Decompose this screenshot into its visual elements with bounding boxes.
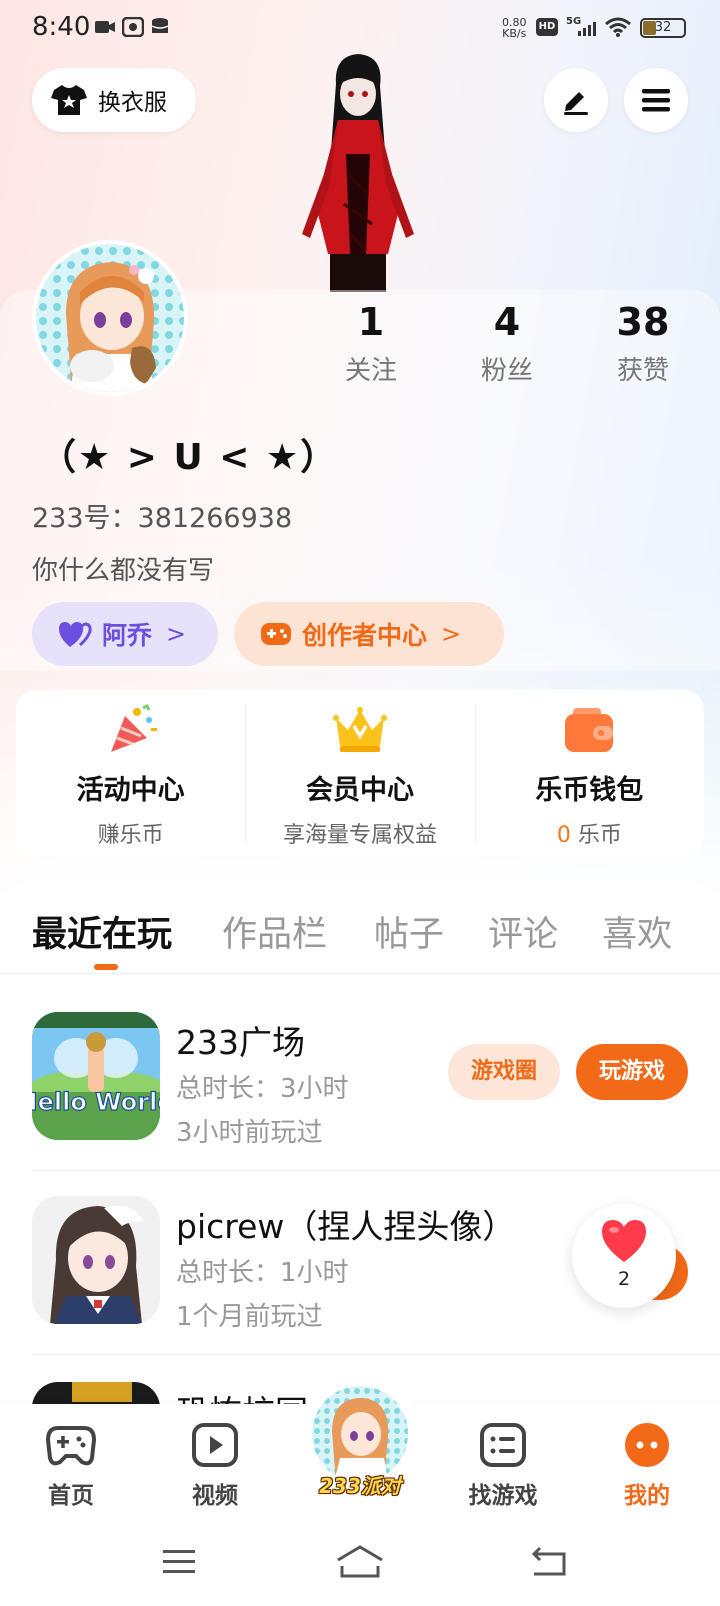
nav-party-label: 233派对 xyxy=(319,1474,401,1498)
coin-count: 0 xyxy=(556,823,571,848)
nav-mine-label: 我的 xyxy=(624,1483,670,1509)
game-icon-text: Hello World xyxy=(32,1088,160,1116)
list-icon xyxy=(480,1423,526,1467)
crown-icon xyxy=(332,707,387,752)
member-center[interactable]: 会员中心 享海量专属权益 xyxy=(245,690,474,856)
recent-apps-icon[interactable] xyxy=(162,1548,196,1576)
net-speed: 0.80 KB/s xyxy=(502,16,527,40)
home-icon[interactable] xyxy=(336,1544,384,1578)
hd-badge: HD xyxy=(536,18,558,36)
stat-likes[interactable]: 38 获赞 xyxy=(588,300,698,387)
activity-center-title: 活动中心 xyxy=(76,775,185,806)
game-name: 233广场 xyxy=(176,1023,305,1062)
wifi-icon xyxy=(605,17,631,37)
gamepad-nav-icon xyxy=(45,1426,97,1466)
heart-count: 2 xyxy=(617,1268,631,1290)
profile-tabs: 最近在玩 作品栏 帖子 评论 喜欢 xyxy=(0,884,720,974)
play-game-button[interactable]: 玩游戏 xyxy=(576,1044,688,1100)
creator-center-label: 创作者中心 xyxy=(302,621,428,650)
following-label: 关注 xyxy=(344,356,397,386)
video-recorder-icon xyxy=(95,21,115,33)
activity-center-subtitle: 赚乐币 xyxy=(97,823,164,848)
bio[interactable]: 你什么都没有写 xyxy=(32,550,214,587)
avatar-character-figure[interactable] xyxy=(288,54,428,292)
tab-likes[interactable]: 喜欢 xyxy=(602,906,672,957)
row-divider xyxy=(32,1170,720,1171)
edit-pen-icon xyxy=(564,92,588,115)
likes-count: 38 xyxy=(616,300,670,344)
game-name: picrew（捏人捏头像） xyxy=(176,1207,516,1246)
coin-wallet-subtitle: 0 乐币 xyxy=(556,823,622,848)
status-bar: 8:40 0.80 KB/s HD 5G 32 xyxy=(0,0,720,56)
likes-label: 获赞 xyxy=(616,356,669,386)
user-id[interactable]: 233号：381266938 xyxy=(32,496,292,535)
member-center-subtitle: 享海量专属权益 xyxy=(282,823,437,848)
tshirt-icon xyxy=(51,85,87,115)
wallet-icon xyxy=(565,708,614,752)
party-popper-icon xyxy=(110,703,157,752)
activity-center[interactable]: 活动中心 赚乐币 xyxy=(16,690,245,856)
tab-comments[interactable]: 评论 xyxy=(488,906,558,957)
game-total-time: 总时长：1小时 xyxy=(176,1258,349,1288)
video-play-icon xyxy=(192,1423,238,1467)
nav-find-games[interactable]: 找游戏 xyxy=(448,1422,558,1510)
game-row[interactable]: Hello World 233广场 总时长：3小时 3小时前玩过 游戏圈 玩游戏 xyxy=(0,1012,720,1192)
menu-button[interactable] xyxy=(624,68,688,132)
heart-icon xyxy=(602,1220,646,1262)
nav-party-button[interactable] xyxy=(312,1386,408,1482)
stat-followers[interactable]: 4 粉丝 xyxy=(452,300,562,387)
tab-recently-played[interactable]: 最近在玩 xyxy=(32,906,172,957)
system-navigation-bar xyxy=(0,1522,720,1606)
game-last-played: 3小时前玩过 xyxy=(176,1118,323,1148)
following-count: 1 xyxy=(357,300,385,344)
cell-signal-icon: 5G xyxy=(566,16,596,36)
app-notify-icon xyxy=(122,17,144,37)
avatar-image xyxy=(36,244,184,392)
double-heart-icon xyxy=(59,622,92,647)
active-tab-indicator xyxy=(94,964,118,970)
stat-following[interactable]: 1 关注 xyxy=(316,300,426,387)
gamepad-icon xyxy=(261,623,291,645)
coin-wallet-title: 乐币钱包 xyxy=(535,775,644,806)
user-avatar[interactable] xyxy=(32,240,188,396)
storage-icon xyxy=(151,18,169,33)
game-icon-233: Hello World xyxy=(32,1012,160,1140)
game-total-time: 总时长：3小时 xyxy=(176,1074,349,1104)
game-last-played: 1个月前玩过 xyxy=(176,1302,323,1332)
battery-icon: 32 xyxy=(640,18,686,38)
game-circle-button[interactable]: 游戏圈 xyxy=(448,1044,560,1100)
friend-tag-label: 阿乔 xyxy=(102,621,153,650)
profile-face-icon xyxy=(625,1423,669,1467)
tab-works[interactable]: 作品栏 xyxy=(222,906,327,957)
services-card: 活动中心 赚乐币 会员中心 享海量专属权益 乐币钱包 0 乐币 xyxy=(16,690,704,856)
coin-wallet[interactable]: 乐币钱包 0 乐币 xyxy=(474,690,704,856)
row-divider xyxy=(32,1354,720,1355)
change-outfit-button[interactable]: 换衣服 xyxy=(32,68,196,132)
game-icon-picrew xyxy=(32,1196,160,1324)
nav-video-label: 视频 xyxy=(192,1483,238,1509)
status-time: 8:40 xyxy=(32,12,91,42)
nav-find-games-label: 找游戏 xyxy=(468,1483,538,1509)
nav-home[interactable]: 首页 xyxy=(16,1422,126,1510)
chevron-right-icon: > xyxy=(441,620,462,648)
nav-mine[interactable]: 我的 xyxy=(592,1422,702,1510)
creator-center-button[interactable]: 创作者中心 > xyxy=(234,602,504,666)
nav-home-label: 首页 xyxy=(48,1483,94,1509)
floating-heart-button[interactable]: 2 xyxy=(572,1204,676,1308)
change-outfit-label: 换衣服 xyxy=(98,90,167,116)
followers-count: 4 xyxy=(493,300,521,344)
svg-text:5G: 5G xyxy=(566,16,581,27)
party-avatar-image xyxy=(312,1386,408,1482)
edit-profile-button[interactable] xyxy=(544,68,608,132)
followers-label: 粉丝 xyxy=(480,356,533,386)
hamburger-menu-icon xyxy=(642,89,670,112)
back-icon[interactable] xyxy=(530,1546,568,1578)
nickname: （★ > U < ★） xyxy=(40,437,339,478)
member-center-title: 会员中心 xyxy=(305,775,414,806)
tab-posts[interactable]: 帖子 xyxy=(374,906,444,957)
nav-video[interactable]: 视频 xyxy=(160,1422,270,1510)
friend-tag-button[interactable]: 阿乔 > xyxy=(32,602,218,666)
chevron-right-icon: > xyxy=(166,620,187,648)
